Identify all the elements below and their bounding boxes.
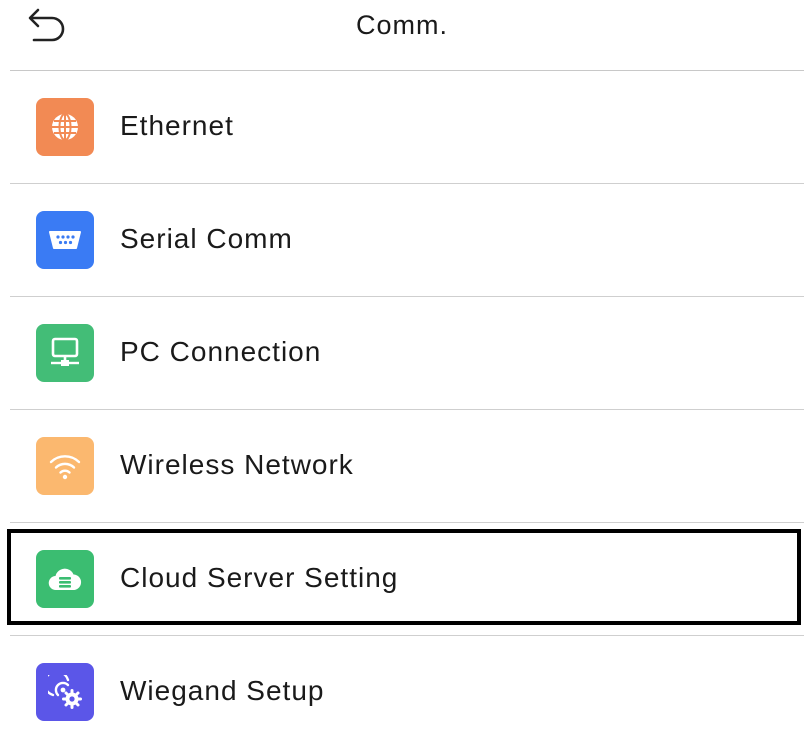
serial-port-icon bbox=[36, 211, 94, 269]
menu-item-wiegand-setup[interactable]: Wiegand Setup bbox=[10, 636, 804, 748]
menu-item-label: Cloud Server Setting bbox=[120, 562, 399, 593]
menu-item-cloud-server-setting[interactable]: Cloud Server Setting bbox=[7, 523, 804, 636]
cloud-server-icon bbox=[36, 550, 94, 608]
page-title: Comm. bbox=[356, 10, 448, 40]
menu-item-ethernet[interactable]: Ethernet bbox=[10, 71, 804, 184]
menu-item-label: PC Connection bbox=[120, 336, 322, 367]
comm-menu-list: Ethernet Serial Comm PC Connection Wirel… bbox=[0, 71, 804, 748]
globe-icon bbox=[36, 98, 94, 156]
header-bar: Comm. bbox=[0, 0, 804, 70]
menu-item-label: Wireless Network bbox=[120, 449, 354, 480]
menu-item-pc-connection[interactable]: PC Connection bbox=[10, 297, 804, 410]
menu-item-serial-comm[interactable]: Serial Comm bbox=[10, 184, 804, 297]
menu-item-label: Serial Comm bbox=[120, 223, 293, 254]
menu-item-wireless-network[interactable]: Wireless Network bbox=[10, 410, 804, 523]
wifi-icon bbox=[36, 437, 94, 495]
menu-item-label: Ethernet bbox=[120, 110, 234, 141]
menu-item-label: Wiegand Setup bbox=[120, 675, 325, 706]
wiegand-gear-icon bbox=[36, 663, 94, 721]
monitor-network-icon bbox=[36, 324, 94, 382]
